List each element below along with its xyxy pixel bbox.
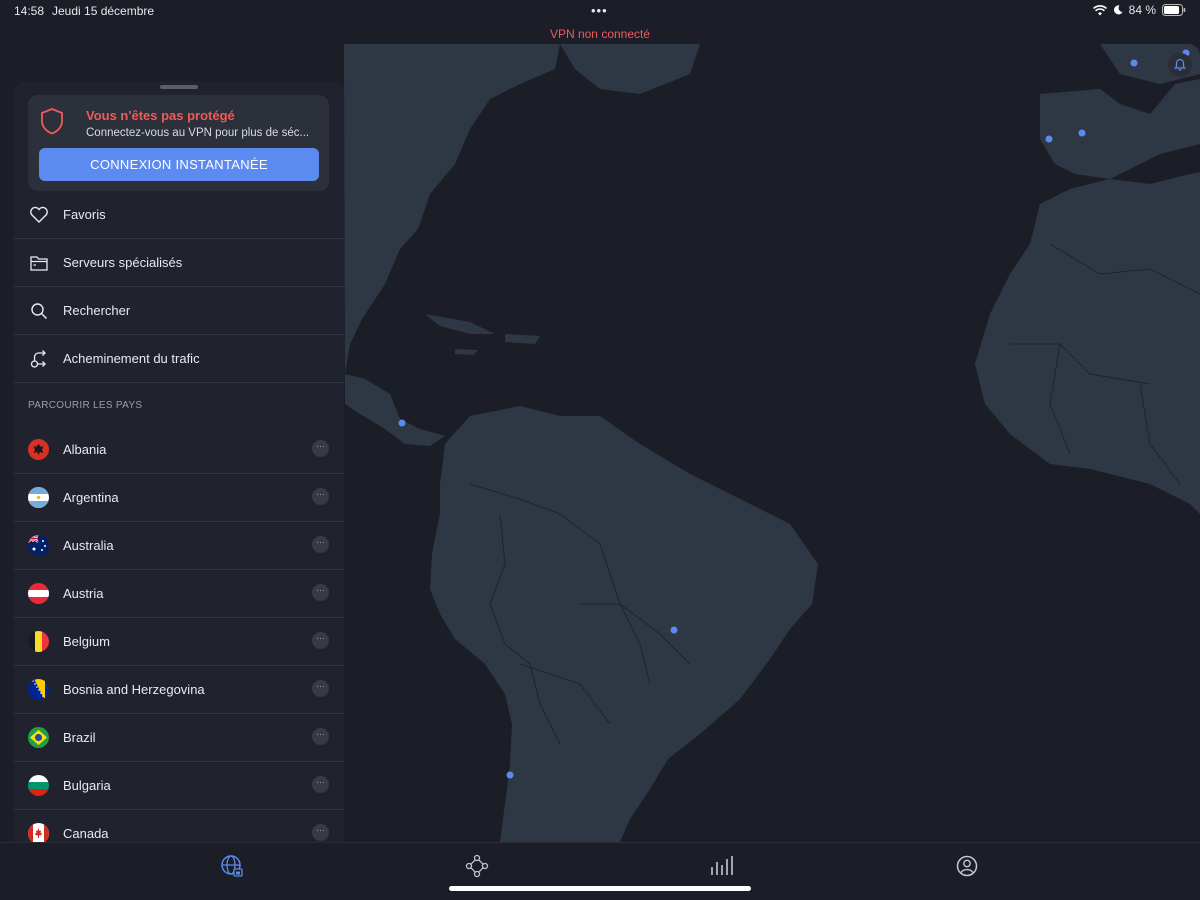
country-name: Belgium — [63, 634, 110, 649]
country-row-australia[interactable]: Australia ··· — [14, 522, 344, 570]
menu-item-label: Favoris — [63, 207, 106, 222]
menu-item-specialty-servers[interactable]: Serveurs spécialisés — [14, 239, 344, 287]
flag-canada-icon — [28, 823, 49, 842]
menu-item-label: Serveurs spécialisés — [63, 255, 183, 270]
countries-section-header: PARCOURIR LES PAYS — [14, 383, 344, 426]
flag-austria-icon — [28, 583, 49, 604]
country-name: Bosnia and Herzegovina — [63, 682, 205, 697]
panel-grabber[interactable] — [160, 85, 198, 89]
status-indicators: 84 % — [1092, 3, 1186, 17]
section-title: PARCOURIR LES PAYS — [28, 400, 143, 411]
country-name: Australia — [63, 538, 114, 553]
server-list-panel: Vous n'êtes pas protégé Connectez-vous a… — [14, 81, 344, 842]
country-row-brazil[interactable]: Brazil ··· — [14, 714, 344, 762]
profile-icon[interactable] — [954, 853, 980, 879]
status-time: 14:58 — [14, 4, 45, 18]
protection-card: Vous n'êtes pas protégé Connectez-vous a… — [28, 95, 329, 191]
battery-icon — [1162, 4, 1186, 16]
menu-item-traffic-routing[interactable]: Acheminement du trafic — [14, 335, 344, 383]
flag-belgium-icon — [28, 631, 49, 652]
moon-icon — [1113, 5, 1123, 15]
country-row-albania[interactable]: Albania ··· — [14, 426, 344, 474]
more-options-button[interactable]: ··· — [312, 824, 329, 841]
quick-connect-button[interactable]: CONNEXION INSTANTANÉE — [39, 148, 319, 181]
more-options-button[interactable]: ··· — [312, 440, 329, 457]
more-options-button[interactable]: ··· — [312, 536, 329, 553]
status-bar: 14:58 Jeudi 15 décembre ••• 84 % — [0, 0, 1200, 22]
folder-icon — [30, 256, 48, 271]
country-name: Argentina — [63, 490, 119, 505]
menu-item-label: Rechercher — [63, 303, 131, 318]
flag-argentina-icon — [28, 487, 49, 508]
country-row-belgium[interactable]: Belgium ··· — [14, 618, 344, 666]
country-name: Canada — [63, 826, 109, 841]
notifications-button[interactable] — [1168, 53, 1192, 77]
flag-bulgaria-icon — [28, 775, 49, 796]
more-options-button[interactable]: ··· — [312, 776, 329, 793]
multitasking-dots-icon[interactable]: ••• — [591, 3, 608, 18]
menu-item-favorites[interactable]: Favoris — [14, 191, 344, 239]
bell-icon — [1173, 58, 1187, 71]
country-name: Brazil — [63, 730, 96, 745]
globe-lock-icon[interactable] — [219, 853, 245, 879]
status-date: Jeudi 15 décembre — [52, 4, 155, 18]
heart-icon — [30, 206, 48, 223]
stats-icon[interactable] — [709, 853, 735, 879]
more-options-button[interactable]: ··· — [312, 488, 329, 505]
menu-item-search[interactable]: Rechercher — [14, 287, 344, 335]
country-name: Bulgaria — [63, 778, 111, 793]
panel-menu: Favoris Serveurs spécialisés Rechercher … — [14, 191, 344, 842]
routing-icon — [30, 350, 46, 368]
more-options-button[interactable]: ··· — [312, 584, 329, 601]
more-options-button[interactable]: ··· — [312, 728, 329, 745]
protection-subtitle: Connectez-vous au VPN pour plus de séc..… — [86, 127, 310, 139]
search-icon — [31, 303, 48, 320]
country-row-austria[interactable]: Austria ··· — [14, 570, 344, 618]
more-options-button[interactable]: ··· — [312, 632, 329, 649]
protection-title: Vous n'êtes pas protégé — [86, 108, 235, 123]
tab-bar — [0, 842, 1200, 900]
more-options-button[interactable]: ··· — [312, 680, 329, 697]
flag-bosnia-icon — [28, 679, 49, 700]
battery-percent: 84 % — [1128, 3, 1156, 17]
country-row-bosnia[interactable]: Bosnia and Herzegovina ··· — [14, 666, 344, 714]
flag-albania-icon — [28, 439, 49, 460]
shield-warning-icon — [41, 108, 63, 135]
country-row-argentina[interactable]: Argentina ··· — [14, 474, 344, 522]
flag-brazil-icon — [28, 727, 49, 748]
wifi-icon — [1092, 4, 1107, 15]
country-name: Albania — [63, 442, 107, 457]
menu-item-label: Acheminement du trafic — [63, 351, 200, 366]
home-indicator[interactable] — [449, 886, 751, 891]
flag-australia-icon — [28, 535, 49, 556]
country-name: Austria — [63, 586, 104, 601]
country-row-canada[interactable]: Canada ··· — [14, 810, 344, 842]
meshnet-icon[interactable] — [464, 853, 490, 879]
vpn-status-text: VPN non connecté — [549, 27, 651, 41]
country-row-bulgaria[interactable]: Bulgaria ··· — [14, 762, 344, 810]
